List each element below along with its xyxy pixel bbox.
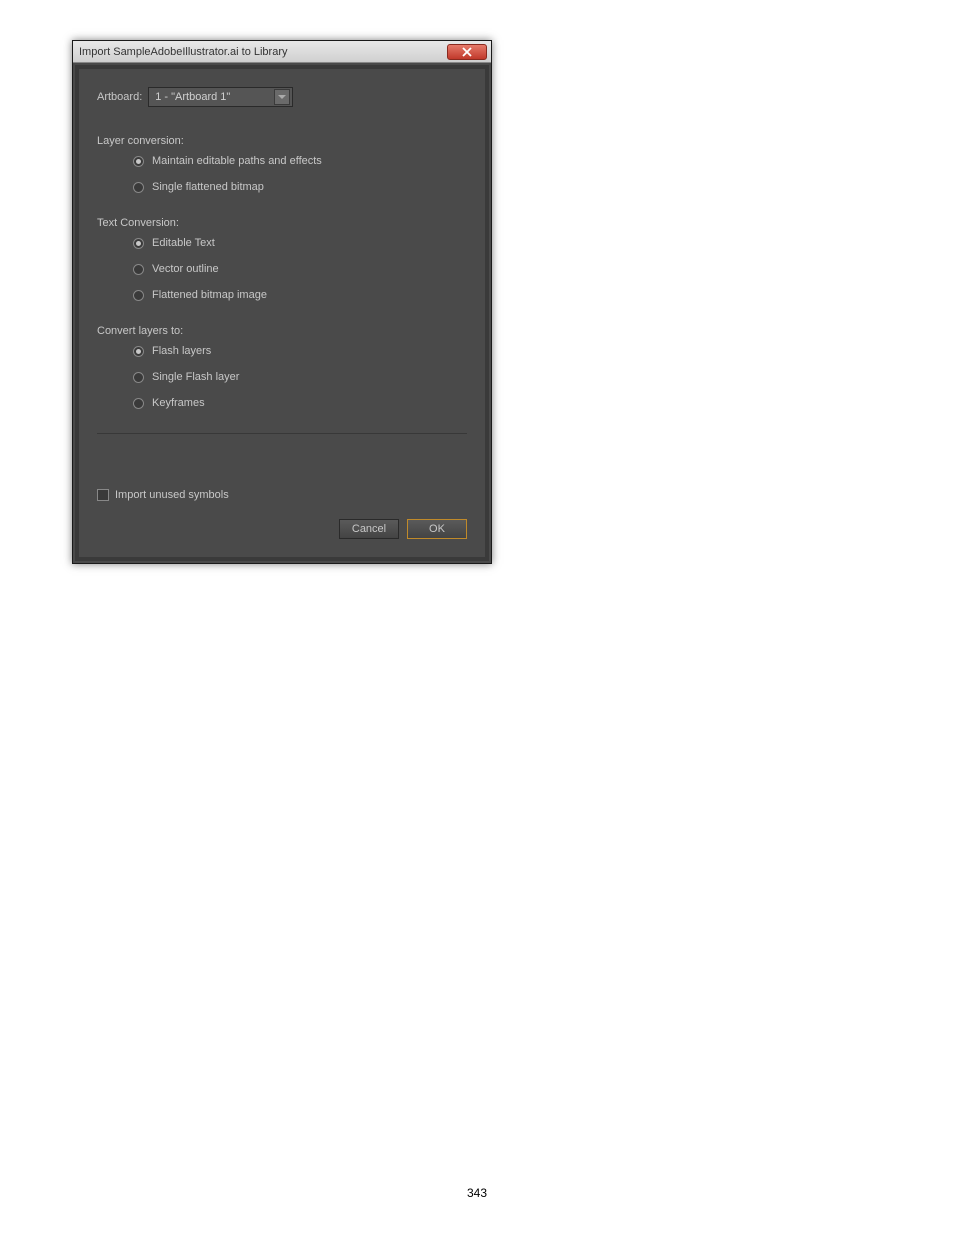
radio-editable-text[interactable]: Editable Text xyxy=(133,237,467,249)
close-button[interactable] xyxy=(447,44,487,60)
text-conversion-section: Text Conversion: Editable Text Vector ou… xyxy=(97,217,467,301)
checkbox-label: Import unused symbols xyxy=(115,489,229,501)
radio-label: Vector outline xyxy=(152,263,219,275)
radio-single-flash-layer[interactable]: Single Flash layer xyxy=(133,371,467,383)
import-dialog: Import SampleAdobeIllustrator.ai to Libr… xyxy=(72,40,492,564)
artboard-dropdown[interactable]: 1 - "Artboard 1" xyxy=(148,87,293,107)
radio-vector-outline[interactable]: Vector outline xyxy=(133,263,467,275)
dialog-body: Artboard: 1 - "Artboard 1" Layer convers… xyxy=(75,65,489,561)
layer-conversion-title: Layer conversion: xyxy=(97,135,467,147)
artboard-row: Artboard: 1 - "Artboard 1" xyxy=(97,87,467,107)
dialog-title: Import SampleAdobeIllustrator.ai to Libr… xyxy=(79,46,288,58)
ok-button-label: OK xyxy=(429,523,445,535)
convert-layers-section: Convert layers to: Flash layers Single F… xyxy=(97,325,467,409)
artboard-value: 1 - "Artboard 1" xyxy=(155,91,230,103)
radio-icon xyxy=(133,372,144,383)
radio-icon xyxy=(133,290,144,301)
radio-label: Keyframes xyxy=(152,397,205,409)
divider xyxy=(97,433,467,434)
close-icon xyxy=(462,47,472,57)
radio-label: Flash layers xyxy=(152,345,211,357)
artboard-label: Artboard: xyxy=(97,91,142,103)
radio-label: Single Flash layer xyxy=(152,371,239,383)
dialog-titlebar: Import SampleAdobeIllustrator.ai to Libr… xyxy=(73,41,491,63)
page-number: 343 xyxy=(467,1186,487,1200)
radio-label: Maintain editable paths and effects xyxy=(152,155,322,167)
cancel-button-label: Cancel xyxy=(352,523,386,535)
ok-button[interactable]: OK xyxy=(407,519,467,539)
radio-label: Editable Text xyxy=(152,237,215,249)
chevron-down-icon xyxy=(278,95,286,100)
radio-flattened-bitmap[interactable]: Flattened bitmap image xyxy=(133,289,467,301)
cancel-button[interactable]: Cancel xyxy=(339,519,399,539)
radio-keyframes[interactable]: Keyframes xyxy=(133,397,467,409)
radio-icon xyxy=(133,156,144,167)
radio-flash-layers[interactable]: Flash layers xyxy=(133,345,467,357)
radio-icon xyxy=(133,346,144,357)
radio-label: Flattened bitmap image xyxy=(152,289,267,301)
convert-layers-title: Convert layers to: xyxy=(97,325,467,337)
button-row: Cancel OK xyxy=(97,519,467,539)
text-conversion-title: Text Conversion: xyxy=(97,217,467,229)
radio-icon xyxy=(133,398,144,409)
dropdown-arrow xyxy=(274,89,290,105)
checkbox-icon xyxy=(97,489,109,501)
layer-conversion-section: Layer conversion: Maintain editable path… xyxy=(97,135,467,193)
radio-maintain-editable[interactable]: Maintain editable paths and effects xyxy=(133,155,467,167)
import-unused-checkbox-row[interactable]: Import unused symbols xyxy=(97,489,467,501)
radio-icon xyxy=(133,238,144,249)
radio-icon xyxy=(133,264,144,275)
radio-single-flattened[interactable]: Single flattened bitmap xyxy=(133,181,467,193)
radio-label: Single flattened bitmap xyxy=(152,181,264,193)
radio-icon xyxy=(133,182,144,193)
